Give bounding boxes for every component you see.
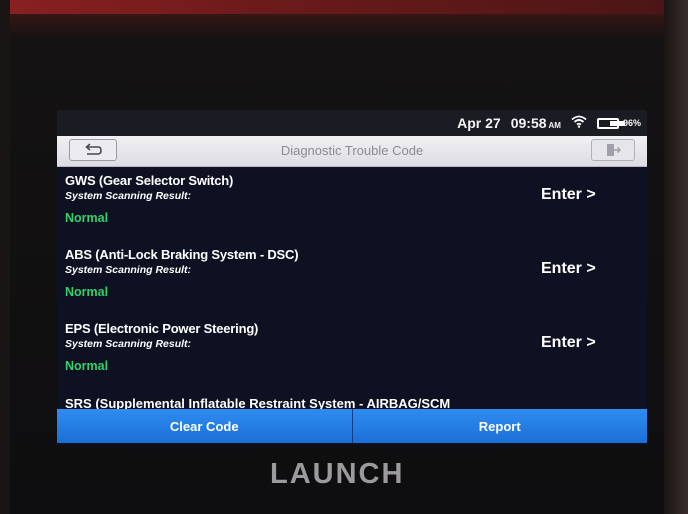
clear-code-button[interactable]: Clear Code — [57, 409, 353, 443]
device-body: Apr 27 09:58 AM 96% Diagnostic Trouble C… — [0, 0, 688, 514]
scan-status: Normal — [65, 359, 109, 373]
system-row-gws: GWS (Gear Selector Switch) System Scanni… — [57, 166, 647, 240]
device-bezel-left — [0, 0, 10, 514]
action-bar: Clear Code Report — [57, 409, 647, 443]
enter-button[interactable]: Enter > — [541, 334, 596, 352]
status-time: 09:58 AM — [510, 115, 561, 131]
system-list: GWS (Gear Selector Switch) System Scanni… — [57, 166, 647, 388]
battery-percent: 96% — [622, 118, 641, 128]
system-row-abs: ABS (Anti-Lock Braking System - DSC) Sys… — [57, 240, 647, 314]
scan-status: Normal — [65, 285, 109, 299]
scan-status: Normal — [65, 211, 109, 225]
screen: Apr 27 09:58 AM 96% Diagnostic Trouble C… — [57, 110, 647, 445]
device-bezel-top — [0, 0, 688, 14]
device-bezel-right — [664, 0, 688, 514]
exit-button[interactable] — [591, 139, 635, 161]
brand-logo: LAUNCH — [270, 458, 405, 490]
report-button[interactable]: Report — [352, 409, 647, 443]
title-bar: Diagnostic Trouble Code — [57, 136, 647, 167]
status-date: Apr 27 — [457, 115, 501, 131]
battery-icon — [596, 117, 626, 129]
enter-button[interactable]: Enter > — [541, 260, 596, 278]
status-bar: Apr 27 09:58 AM 96% — [57, 110, 647, 136]
enter-button[interactable]: Enter > — [541, 186, 596, 204]
system-row-eps: EPS (Electronic Power Steering) System S… — [57, 314, 647, 388]
wifi-icon — [571, 115, 587, 131]
page-title: Diagnostic Trouble Code — [280, 143, 424, 158]
exit-icon — [607, 144, 621, 156]
